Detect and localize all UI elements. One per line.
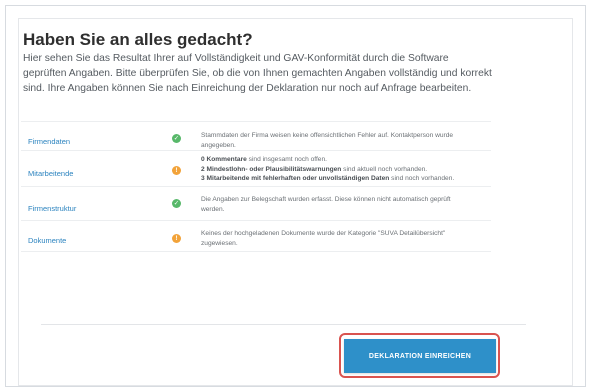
check-icon: ✓ — [172, 134, 181, 143]
page-title: Haben Sie an alles gedacht? — [23, 30, 253, 49]
row-label-dokumente[interactable]: Dokumente — [28, 236, 66, 245]
row-text-firmendaten: Stammdaten der Firma weisen keine offens… — [201, 132, 454, 149]
row-text-firmenstruktur: Die Angaben zur Belegschaft wurden erfas… — [201, 196, 451, 213]
warning-icon: ! — [172, 166, 181, 175]
footer-divider — [41, 324, 526, 325]
warning-icon: ! — [172, 234, 181, 243]
check-icon: ✓ — [172, 199, 181, 208]
check-list: Firmendaten ✓ Stammdaten der Firma weise… — [21, 121, 491, 252]
row-text-dokumente: Keines der hochgeladenen Dokumente wurde… — [201, 230, 446, 247]
intro-text: Hier sehen Sie das Resultat Ihrer auf Vo… — [23, 53, 492, 94]
submit-declaration-button[interactable]: DEKLARATION EINREICHEN — [344, 339, 496, 373]
check-row-firmendaten: Firmendaten ✓ Stammdaten der Firma weise… — [21, 121, 491, 150]
check-row-mitarbeitende: Mitarbeitende ! 0 Kommentare sind insges… — [21, 150, 491, 186]
row-label-mitarbeitende[interactable]: Mitarbeitende — [28, 169, 73, 178]
row-text-mitarbeitende: 0 Kommentare sind insgesamt noch offen. … — [201, 156, 455, 182]
row-label-firmendaten[interactable]: Firmendaten — [28, 137, 70, 146]
row-label-firmenstruktur[interactable]: Firmenstruktur — [28, 204, 76, 213]
check-row-firmenstruktur: Firmenstruktur ✓ Die Angaben zur Belegsc… — [21, 186, 491, 220]
check-row-dokumente: Dokumente ! Keines der hochgeladenen Dok… — [21, 220, 491, 252]
